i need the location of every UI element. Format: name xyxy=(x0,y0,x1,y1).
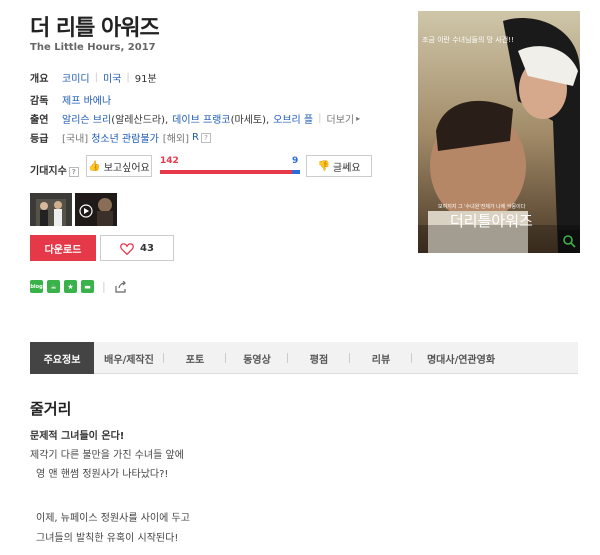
star-share-icon[interactable]: ★ xyxy=(64,280,77,293)
tab-0[interactable]: 주요정보 xyxy=(30,342,94,374)
director-link[interactable]: 제프 바에나 xyxy=(62,92,111,107)
cast-role-1: (알레산드라), xyxy=(111,115,169,126)
cast-role-2: (마세토), xyxy=(230,115,270,126)
thumbs-down-icon: 👎 xyxy=(317,160,330,172)
movie-poster[interactable]: 조금 이란 수녀님들의 망 사건!! 보여지지 그 '수녀원'전체가 나에 악몽… xyxy=(418,11,580,253)
still-thumbnail[interactable] xyxy=(30,193,72,226)
rating-overseas-link[interactable]: R xyxy=(192,132,199,143)
synopsis-heading: 줄거리 xyxy=(30,400,72,418)
rating-domestic-link[interactable]: 청소년 관람불가 xyxy=(91,130,159,145)
cast-link-1[interactable]: 알리슨 브리 xyxy=(62,111,111,126)
chevron-right-icon: ▸ xyxy=(356,114,361,123)
divider: | xyxy=(102,280,106,293)
help-icon[interactable]: ? xyxy=(68,167,79,177)
expectation-label: 기대지수? xyxy=(30,162,79,177)
overview-row: 개요 코미디 | 미국 | 91분 xyxy=(30,70,157,85)
more-link[interactable]: 더보기 xyxy=(327,111,355,126)
tab-label: 동영상 xyxy=(243,354,271,366)
synopsis-headline: 문제적 그녀들이 온다! xyxy=(30,431,125,442)
share-icon[interactable] xyxy=(114,280,127,293)
tab-3[interactable]: 동영상 xyxy=(226,342,288,374)
movie-title: 더 리틀 아워즈 xyxy=(30,16,160,41)
notwant-button[interactable]: 👎 글쎄요 xyxy=(306,155,372,177)
tab-6[interactable]: 명대사/연관영화 xyxy=(412,342,510,374)
poster-tagline: 조금 이란 수녀님들의 망 사건!! xyxy=(422,36,514,44)
video-thumbnail[interactable] xyxy=(75,193,117,226)
director-label: 감독 xyxy=(30,96,49,107)
overview-label: 개요 xyxy=(30,74,49,85)
rating-overseas-prefix: [해외] xyxy=(162,134,189,145)
poster-title: 더리틀아워즈 xyxy=(450,212,533,230)
runtime: 91분 xyxy=(134,74,157,85)
country-link[interactable]: 미국 xyxy=(103,70,121,85)
divider: | xyxy=(94,72,98,83)
tab-2[interactable]: 포토 xyxy=(164,342,226,374)
expectation-label-text: 기대지수 xyxy=(30,166,67,177)
synopsis-line: 그녀들의 발칙한 유혹이 시작된다! xyxy=(36,533,179,544)
tab-5[interactable]: 리뷰 xyxy=(350,342,412,374)
notwant-label: 글쎄요 xyxy=(332,162,361,174)
notwant-count: 9 xyxy=(292,156,299,166)
movie-subtitle: The Little Hours, 2017 xyxy=(30,42,156,53)
synopsis-line: 제각기 다른 불만을 가진 수녀들 앞에 xyxy=(30,450,184,461)
tab-1[interactable]: 배우/제작진 xyxy=(94,342,164,374)
like-button[interactable]: 43 xyxy=(100,235,174,261)
tab-label: 포토 xyxy=(185,354,205,366)
synopsis-line: 영 앤 핸썸 정원사가 나타났다?! xyxy=(36,469,169,480)
tab-label: 배우/제작진 xyxy=(104,354,154,366)
divider: | xyxy=(318,113,322,124)
line-share-icon[interactable]: ▬ xyxy=(81,280,94,293)
genre-link[interactable]: 코미디 xyxy=(62,70,90,85)
tab-4[interactable]: 평점 xyxy=(288,342,350,374)
synopsis-line: 이제, 뉴페이스 정원사를 사이에 두고 xyxy=(36,513,190,524)
cast-link-3[interactable]: 오브리 플 xyxy=(273,111,313,126)
tab-bar: 주요정보 배우/제작진 포토 동영상 평점 리뷰 명대사/연관영화 xyxy=(30,342,578,374)
thumbs-up-icon: 👍 xyxy=(88,160,101,172)
tab-label: 평점 xyxy=(309,354,329,366)
rating-domestic-prefix: [국내] xyxy=(62,134,89,145)
tab-label: 주요정보 xyxy=(43,354,81,366)
expectation-bar xyxy=(160,170,300,174)
want-button[interactable]: 👍 보고싶어요 xyxy=(86,155,152,177)
rating-row: 등급 [국내] 청소년 관람불가 [해외] R ? xyxy=(30,130,211,145)
director-row: 감독 제프 바에나 xyxy=(30,92,111,107)
want-count: 142 xyxy=(160,156,179,166)
cast-row: 출연 알리슨 브리 (알레산드라), 데이브 프랭코 (마세토), 오브리 플 … xyxy=(30,111,360,126)
tab-label: 리뷰 xyxy=(371,354,391,366)
heart-icon xyxy=(120,242,134,255)
share-row: blog ☕ ★ ▬ | xyxy=(30,280,127,293)
cast-label: 출연 xyxy=(30,115,49,126)
cast-link-2[interactable]: 데이브 프랭코 xyxy=(172,111,230,126)
download-button[interactable]: 다운로드 xyxy=(30,235,96,261)
want-label: 보고싶어요 xyxy=(103,162,150,174)
blog-share-icon[interactable]: blog xyxy=(30,280,43,293)
cafe-share-icon[interactable]: ☕ xyxy=(47,280,60,293)
tab-label: 명대사/연관영화 xyxy=(426,354,496,366)
divider: | xyxy=(126,72,130,83)
like-count: 43 xyxy=(140,242,154,254)
rating-label: 등급 xyxy=(30,134,49,145)
expectation-bar-fill xyxy=(160,170,292,174)
help-icon[interactable]: ? xyxy=(200,132,211,143)
poster-quote: 보여지지 그 '수녀원'전체가 나에 악몽이다 xyxy=(438,204,526,210)
